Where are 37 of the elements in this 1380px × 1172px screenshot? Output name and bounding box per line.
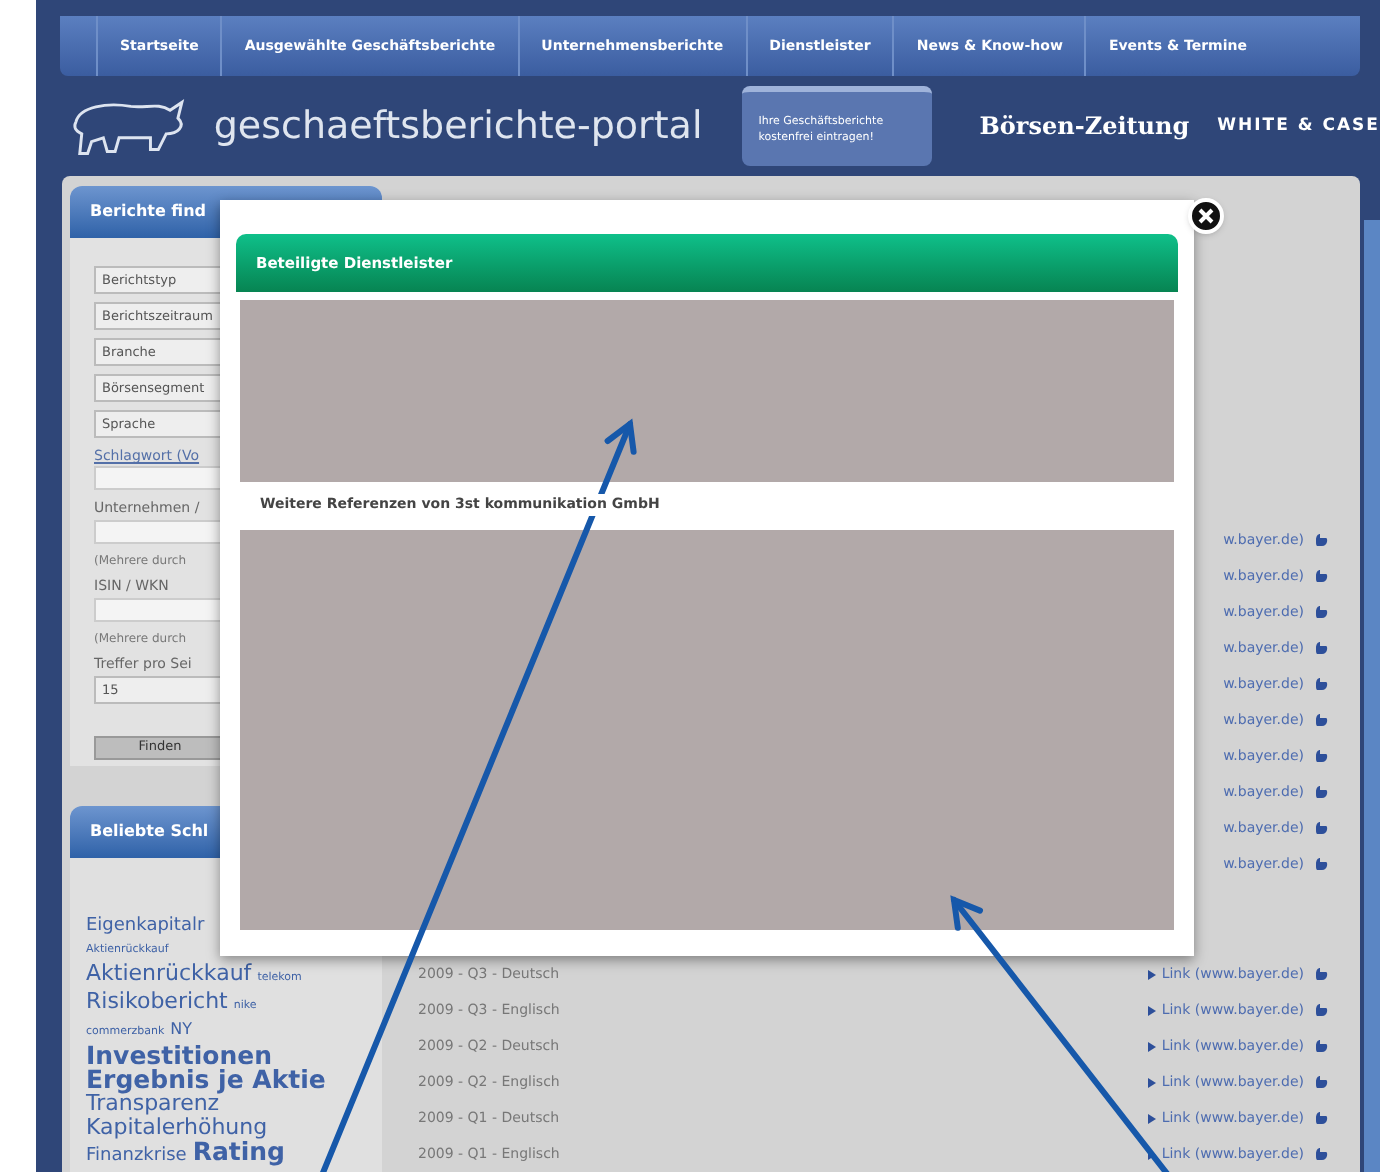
hand-icon [1314, 712, 1328, 728]
hand-icon [1314, 640, 1328, 656]
hand-icon [1314, 966, 1328, 982]
hand-icon [1314, 748, 1328, 764]
tag-link[interactable]: Investitionen [86, 1044, 272, 1068]
hand-icon [1314, 676, 1328, 692]
tag-link[interactable]: NY [170, 1018, 193, 1042]
tag-link[interactable]: Kapitalerhöhung [86, 1116, 268, 1140]
hand-icon [1314, 1002, 1328, 1018]
tag-link[interactable]: Finanzkrise [86, 1144, 187, 1168]
bullet-icon [1147, 1113, 1156, 1123]
hand-icon [1314, 1146, 1328, 1162]
logo-text: geschaeftsberichte-portal [213, 101, 703, 152]
rhino-logo-icon [68, 94, 190, 158]
hand-icon [1314, 820, 1328, 836]
bullet-icon [1147, 1005, 1156, 1015]
tag-link[interactable]: Risikobericht [86, 990, 228, 1014]
bullet-icon [1147, 969, 1156, 979]
bullet-icon [1147, 1041, 1156, 1051]
close-icon [1198, 208, 1214, 224]
hand-icon [1314, 604, 1328, 620]
tag-link[interactable]: Aktienrückkauf [86, 962, 252, 986]
partner-logo: WHITE & CASE [1217, 113, 1380, 139]
bullet-icon [1147, 1149, 1156, 1159]
hand-icon [1314, 784, 1328, 800]
tag-link[interactable]: Ergebnis je Aktie [86, 1068, 326, 1092]
hand-icon [1314, 856, 1328, 872]
partner-logo: Börsen-Zeitung [979, 110, 1190, 144]
hand-icon [1314, 1074, 1328, 1090]
tag-link[interactable]: Eigenkapitalr [86, 914, 205, 938]
bullet-icon [1147, 1077, 1156, 1087]
hand-icon [1314, 568, 1328, 584]
hand-icon [1314, 1038, 1328, 1054]
tag-link[interactable]: Rating [192, 1140, 285, 1164]
tag-link[interactable]: Transparenz [86, 1092, 220, 1116]
hand-icon [1314, 532, 1328, 548]
hand-icon [1314, 1110, 1328, 1126]
